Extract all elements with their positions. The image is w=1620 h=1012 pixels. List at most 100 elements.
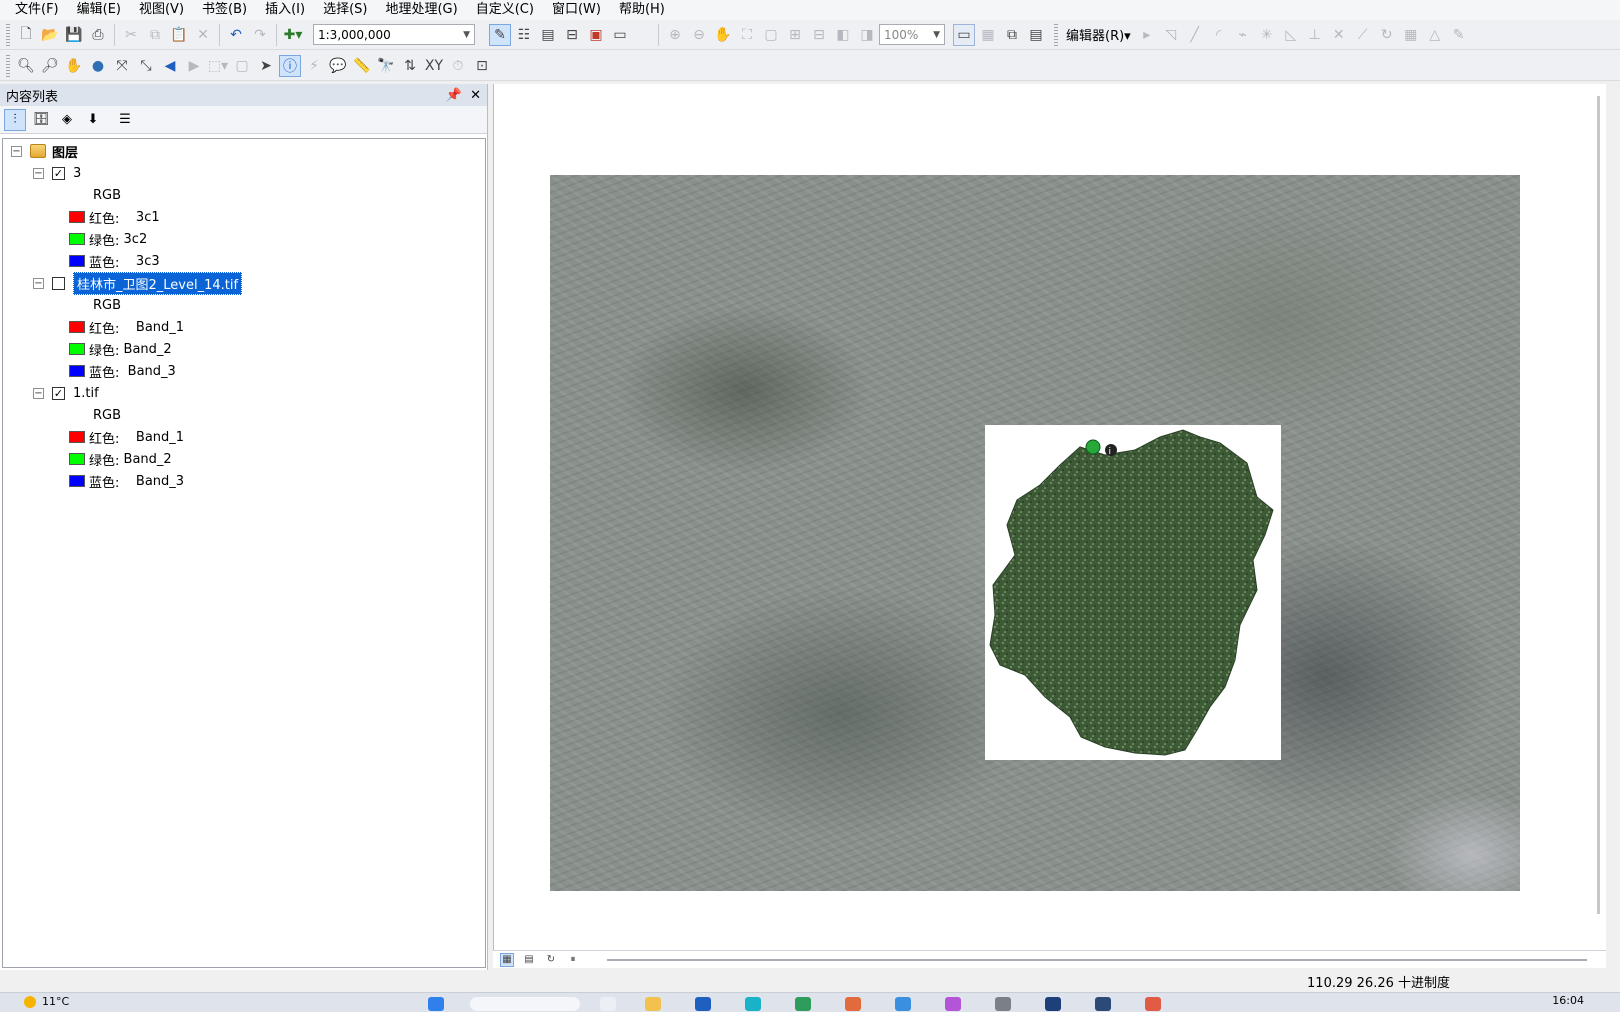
app-icon[interactable] bbox=[895, 997, 911, 1011]
toolbar-grip[interactable] bbox=[6, 54, 10, 77]
app-icon[interactable] bbox=[795, 997, 811, 1011]
green-swatch[interactable] bbox=[69, 453, 85, 465]
close-icon[interactable]: ✕ bbox=[470, 88, 481, 103]
chevron-down-icon[interactable]: ▼ bbox=[933, 30, 940, 40]
green-swatch[interactable] bbox=[69, 343, 85, 355]
point-icon[interactable]: ✳ bbox=[1256, 24, 1278, 46]
zoom-in-icon[interactable]: 🔍︎ bbox=[15, 55, 37, 77]
list-by-drawing-order-icon[interactable]: ⫶ bbox=[4, 108, 26, 131]
layout-zoom-out-icon[interactable]: ⊖ bbox=[688, 24, 710, 46]
menu-bookmarks[interactable]: 书签(B) bbox=[193, 0, 256, 20]
toggle-draft-mode-icon[interactable]: ▭ bbox=[953, 23, 975, 46]
layer-visibility-checkbox[interactable]: ✓ bbox=[52, 386, 65, 400]
new-document-icon[interactable]: 🗋 bbox=[15, 24, 37, 46]
menu-windows[interactable]: 窗口(W) bbox=[543, 0, 610, 20]
layer-visibility-checkbox[interactable]: ✓ bbox=[52, 166, 65, 180]
fixed-zoom-out-icon[interactable]: ⊟ bbox=[808, 24, 830, 46]
layer-row[interactable]: − ✓ 3 bbox=[33, 162, 81, 184]
menu-selection[interactable]: 选择(S) bbox=[314, 0, 376, 20]
go-to-xy-icon[interactable]: XY bbox=[423, 55, 445, 77]
weather-widget[interactable]: 11°C bbox=[24, 995, 69, 1008]
taskbar-search-box[interactable] bbox=[470, 997, 580, 1011]
map-scale-combo[interactable]: 1:3,000,000 ▼ bbox=[313, 24, 475, 45]
menu-customize[interactable]: 自定义(C) bbox=[467, 0, 543, 20]
browser-icon[interactable] bbox=[745, 997, 761, 1011]
save-icon[interactable]: 💾 bbox=[63, 24, 85, 46]
layer-visibility-checkbox[interactable] bbox=[52, 276, 65, 290]
cut-icon[interactable]: ✂ bbox=[120, 24, 142, 46]
layers-root[interactable]: − 图层 bbox=[11, 140, 78, 162]
create-features-icon[interactable]: ✎ bbox=[1448, 24, 1470, 46]
layout-back-icon[interactable]: ◧ bbox=[832, 24, 854, 46]
collapse-icon[interactable]: − bbox=[33, 387, 44, 399]
select-elements-icon[interactable]: ➤ bbox=[255, 55, 277, 77]
clear-selection-icon[interactable]: ▢ bbox=[231, 55, 253, 77]
menu-insert[interactable]: 插入(I) bbox=[256, 0, 314, 20]
red-swatch[interactable] bbox=[69, 321, 85, 333]
red-swatch[interactable] bbox=[69, 211, 85, 223]
arctoolbox-icon[interactable]: ▣ bbox=[585, 24, 607, 46]
reshape-icon[interactable]: ⊥ bbox=[1304, 24, 1326, 46]
list-by-source-icon[interactable]: 🗄 bbox=[30, 109, 52, 131]
copy-icon[interactable]: ⧉ bbox=[144, 24, 166, 46]
app-icon[interactable] bbox=[995, 997, 1011, 1011]
refresh-icon[interactable]: ↻ bbox=[544, 953, 558, 967]
undo-icon[interactable]: ↶ bbox=[225, 24, 247, 46]
trace-icon[interactable]: ⌁ bbox=[1232, 24, 1254, 46]
create-viewer-window-icon[interactable]: ⊡ bbox=[471, 55, 493, 77]
find-route-icon[interactable]: ⇅ bbox=[399, 55, 421, 77]
inset-map-frame[interactable]: i bbox=[985, 425, 1281, 760]
app-icon[interactable] bbox=[945, 997, 961, 1011]
split-icon[interactable]: ⟋ bbox=[1352, 24, 1374, 46]
layout-pan-icon[interactable]: ✋ bbox=[712, 24, 734, 46]
identify-icon[interactable]: ⓘ bbox=[279, 54, 301, 77]
pause-drawing-icon[interactable]: ⏸ bbox=[566, 953, 580, 967]
focus-data-frame-icon[interactable]: ▦ bbox=[977, 24, 999, 46]
layout-view-icon[interactable]: ▤ bbox=[522, 953, 536, 967]
straight-segment-icon[interactable]: ╱ bbox=[1184, 24, 1206, 46]
pan-icon[interactable]: ✋ bbox=[63, 55, 85, 77]
edit-tool-icon[interactable]: ▸ bbox=[1136, 24, 1158, 46]
horizontal-scrollbar[interactable] bbox=[607, 958, 1587, 961]
satellite-imagery-layer[interactable]: i bbox=[550, 175, 1520, 891]
search-window-icon[interactable]: ⊟ bbox=[561, 24, 583, 46]
menu-edit[interactable]: 编辑(E) bbox=[68, 0, 130, 20]
start-icon[interactable] bbox=[428, 997, 444, 1011]
table-of-contents-icon[interactable]: ☷ bbox=[513, 24, 535, 46]
go-forward-icon[interactable]: ▶ bbox=[183, 55, 205, 77]
print-icon[interactable]: ⎙ bbox=[87, 24, 109, 46]
toolbar-grip[interactable] bbox=[6, 23, 10, 46]
menu-view[interactable]: 视图(V) bbox=[130, 0, 193, 20]
clock[interactable]: 16:04 bbox=[1552, 994, 1584, 1007]
zoom-100-icon[interactable]: ▢ bbox=[760, 24, 782, 46]
fixed-zoom-in-icon[interactable]: ⊞ bbox=[784, 24, 806, 46]
redo-icon[interactable]: ↷ bbox=[249, 24, 271, 46]
chevron-down-icon[interactable]: ▼ bbox=[463, 30, 470, 40]
layer-name[interactable]: 3 bbox=[73, 166, 81, 181]
green-swatch[interactable] bbox=[69, 233, 85, 245]
open-folder-icon[interactable]: 📂 bbox=[39, 24, 61, 46]
python-window-icon[interactable]: ▭ bbox=[609, 24, 631, 46]
editor-menu[interactable]: 编辑器(R)▾ bbox=[1062, 25, 1135, 44]
list-by-visibility-icon[interactable]: ◈ bbox=[56, 109, 78, 131]
app-icon[interactable] bbox=[845, 997, 861, 1011]
add-data-icon[interactable]: ✚▾ bbox=[282, 24, 304, 46]
list-by-selection-icon[interactable]: ⬇ bbox=[82, 109, 104, 131]
menu-file[interactable]: 文件(F) bbox=[6, 0, 68, 20]
find-icon[interactable]: 🔭 bbox=[375, 55, 397, 77]
pin-icon[interactable]: 📌 bbox=[446, 88, 462, 103]
fixed-zoom-in-icon[interactable]: ⤧ bbox=[111, 55, 133, 77]
collapse-icon[interactable]: − bbox=[33, 167, 44, 179]
vertical-scrollbar[interactable] bbox=[1597, 96, 1600, 914]
end-point-arc-icon[interactable]: ◜ bbox=[1208, 24, 1230, 46]
options-icon[interactable]: ☰ bbox=[114, 109, 136, 131]
toolbar-grip[interactable] bbox=[1054, 23, 1058, 46]
sketch-properties-icon[interactable]: △ bbox=[1424, 24, 1446, 46]
layout-forward-icon[interactable]: ◨ bbox=[856, 24, 878, 46]
select-features-icon[interactable]: ⬚▾ bbox=[207, 55, 229, 77]
blue-swatch[interactable] bbox=[69, 365, 85, 377]
folder-icon[interactable] bbox=[645, 997, 661, 1011]
rotate-icon[interactable]: ↻ bbox=[1376, 24, 1398, 46]
editor-toolbar-icon[interactable]: ✎ bbox=[489, 23, 511, 46]
zoom-out-icon[interactable]: 🔎︎ bbox=[39, 55, 61, 77]
